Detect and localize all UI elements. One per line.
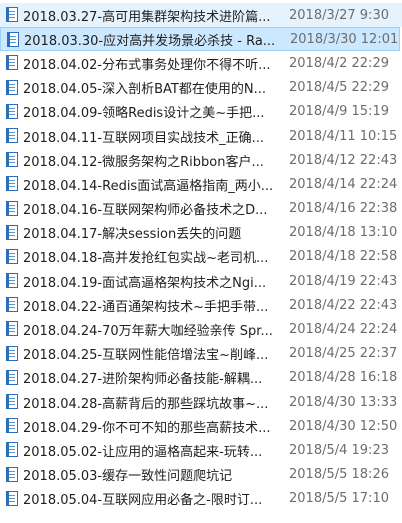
file-row[interactable]: 2018.04.18-高并发抢红包实战~老司机... 2018/4/18 22:5… bbox=[0, 245, 402, 269]
file-modified-date: 2018/4/11 10:15 bbox=[289, 128, 398, 144]
file-row[interactable]: 2018.04.16-互联网架构师必备技术之D... 2018/4/16 22:3… bbox=[0, 197, 402, 221]
file-modified-date: 2018/4/24 22:24 bbox=[289, 322, 398, 338]
file-modified-date: 2018/4/19 22:43 bbox=[289, 273, 398, 289]
file-name: 2018.04.24-70万年薪大咖经验亲传 Spr... bbox=[23, 324, 273, 340]
file-name: 2018.03.30-应对高并发场景必杀技 - Ra... bbox=[24, 33, 276, 49]
file-modified-date: 2018/4/16 22:38 bbox=[289, 201, 398, 217]
file-row[interactable]: 2018.05.03-缓存一致性问题爬坑记 2018/5/5 18:26 bbox=[0, 463, 402, 487]
file-row[interactable]: 2018.04.29-你不可不知的那些高薪技术... 2018/4/30 12:5… bbox=[0, 414, 402, 438]
file-row[interactable]: 2018.05.02-让应用的逼格高起来-玩转... 2018/5/4 19:23 bbox=[0, 438, 402, 462]
file-modified-date: 2018/4/2 22:29 bbox=[289, 55, 389, 71]
file-row[interactable]: 2018.03.30-应对高并发场景必杀技 - Ra... 2018/3/30 1… bbox=[0, 27, 400, 52]
text-document-icon bbox=[6, 394, 18, 409]
text-document-icon bbox=[6, 466, 18, 482]
text-document-icon bbox=[6, 55, 18, 71]
file-name: 2018.04.22-通百通架构技术~手把手带... bbox=[23, 299, 269, 315]
file-modified-date: 2018/4/18 22:58 bbox=[289, 249, 398, 265]
file-row[interactable]: 2018.04.27-进阶架构师必备技能-解耦... 2018/4/28 16:1… bbox=[0, 366, 402, 390]
file-name: 2018.04.16-互联网架构师必备技术之D... bbox=[23, 203, 268, 219]
file-row[interactable]: 2018.04.05-深入剖析BAT都在使用的N... 2018/4/5 22:2… bbox=[0, 76, 402, 100]
file-row[interactable]: 2018.04.02-分布式事务处理你不得不听... 2018/4/2 22:29 bbox=[0, 51, 402, 75]
file-name: 2018.04.02-分布式事务处理你不得不听... bbox=[23, 57, 271, 73]
file-name: 2018.04.12-微服务架构之Ribbon客户... bbox=[23, 154, 264, 170]
text-document-icon bbox=[6, 248, 18, 264]
file-row[interactable]: 2018.04.25-互联网性能倍增法宝~削峰... 2018/4/25 22:3… bbox=[0, 342, 402, 366]
text-document-icon bbox=[6, 297, 18, 313]
text-document-icon bbox=[6, 224, 18, 240]
text-document-icon bbox=[6, 273, 18, 289]
file-name: 2018.04.05-深入剖析BAT都在使用的N... bbox=[23, 82, 266, 98]
file-row[interactable]: 2018.04.12-微服务架构之Ribbon客户... 2018/4/12 22… bbox=[0, 148, 402, 172]
file-modified-date: 2018/5/5 17:10 bbox=[289, 491, 389, 507]
file-name: 2018.04.09-领略Redis设计之美~手把... bbox=[23, 106, 265, 122]
text-document-icon bbox=[6, 442, 18, 458]
text-document-icon bbox=[6, 321, 18, 337]
text-document-icon bbox=[6, 152, 18, 168]
file-name: 2018.03.27-高可用集群架构技术进阶篇... bbox=[23, 9, 271, 25]
file-row[interactable]: 2018.04.19-面试高逼格架构技术之Ngi... 2018/4/19 22:… bbox=[0, 269, 402, 293]
file-name: 2018.04.14-Redis面试高逼格指南_两小... bbox=[23, 178, 274, 194]
file-row[interactable]: 2018.04.22-通百通架构技术~手把手带... 2018/4/22 22:4… bbox=[0, 293, 402, 317]
text-document-icon bbox=[6, 103, 18, 119]
file-name: 2018.05.02-让应用的逼格高起来-玩转... bbox=[23, 444, 263, 460]
file-row[interactable]: 2018.04.28-高薪背后的那些踩坑故事~... 2018/4/30 13:3… bbox=[0, 390, 402, 414]
file-modified-date: 2018/4/30 13:33 bbox=[289, 394, 398, 410]
file-row[interactable]: 2018.04.14-Redis面试高逼格指南_两小... 2018/4/14 2… bbox=[0, 172, 402, 196]
file-modified-date: 2018/4/30 12:50 bbox=[289, 418, 398, 434]
file-modified-date: 2018/4/5 22:29 bbox=[289, 80, 389, 96]
file-name: 2018.04.27-进阶架构师必备技能-解耦... bbox=[23, 372, 263, 388]
file-name: 2018.05.04-互联网应用必备之-限时订... bbox=[23, 493, 263, 509]
file-modified-date: 2018/4/18 13:10 bbox=[289, 225, 398, 241]
file-name: 2018.04.29-你不可不知的那些高薪技术... bbox=[23, 420, 271, 436]
file-modified-date: 2018/4/9 15:19 bbox=[289, 104, 389, 120]
file-row[interactable]: 2018.03.27-高可用集群架构技术进阶篇... 2018/3/27 9:30 bbox=[0, 3, 402, 28]
text-document-icon bbox=[6, 369, 18, 385]
file-modified-date: 2018/4/12 22:43 bbox=[289, 152, 398, 168]
file-modified-date: 2018/5/5 18:26 bbox=[289, 467, 389, 483]
file-modified-date: 2018/5/4 19:23 bbox=[289, 442, 389, 458]
file-list: 2018.03.27-高可用集群架构技术进阶篇... 2018/3/27 9:30… bbox=[0, 0, 402, 523]
file-modified-date: 2018/4/28 16:18 bbox=[289, 370, 398, 386]
file-name: 2018.05.03-缓存一致性问题爬坑记 bbox=[23, 469, 233, 485]
text-document-icon bbox=[6, 79, 18, 95]
file-row[interactable]: 2018.05.04-互联网应用必备之-限时订... 2018/5/5 17:10 bbox=[0, 487, 402, 511]
file-name: 2018.04.28-高薪背后的那些踩坑故事~... bbox=[23, 396, 269, 412]
file-row[interactable]: 2018.04.09-领略Redis设计之美~手把... 2018/4/9 15:… bbox=[0, 100, 402, 124]
text-document-icon bbox=[6, 345, 18, 361]
file-name: 2018.04.19-面试高逼格架构技术之Ngi... bbox=[23, 275, 267, 291]
text-document-icon bbox=[6, 200, 18, 216]
text-document-icon bbox=[7, 32, 19, 48]
text-document-icon bbox=[6, 418, 18, 434]
file-name: 2018.04.17-解决session丢失的问题 bbox=[23, 227, 242, 243]
file-modified-date: 2018/3/30 12:01 bbox=[290, 31, 399, 47]
file-name: 2018.04.11-互联网项目实战技术_正确... bbox=[23, 130, 265, 146]
file-name: 2018.04.25-互联网性能倍增法宝~削峰... bbox=[23, 348, 269, 364]
file-modified-date: 2018/3/27 9:30 bbox=[289, 7, 389, 23]
file-row[interactable]: 2018.04.11-互联网项目实战技术_正确... 2018/4/11 10:1… bbox=[0, 124, 402, 148]
text-document-icon bbox=[6, 7, 18, 22]
file-modified-date: 2018/4/25 22:37 bbox=[289, 346, 398, 362]
file-name: 2018.04.18-高并发抢红包实战~老司机... bbox=[23, 251, 269, 267]
file-modified-date: 2018/4/14 22:24 bbox=[289, 176, 398, 192]
file-row[interactable]: 2018.04.24-70万年薪大咖经验亲传 Spr... 2018/4/24 2… bbox=[0, 317, 402, 341]
text-document-icon bbox=[6, 490, 18, 506]
text-document-icon bbox=[6, 176, 18, 192]
file-modified-date: 2018/4/22 22:43 bbox=[289, 297, 398, 313]
file-row[interactable]: 2018.04.17-解决session丢失的问题 2018/4/18 13:10 bbox=[0, 221, 402, 245]
text-document-icon bbox=[6, 127, 18, 143]
